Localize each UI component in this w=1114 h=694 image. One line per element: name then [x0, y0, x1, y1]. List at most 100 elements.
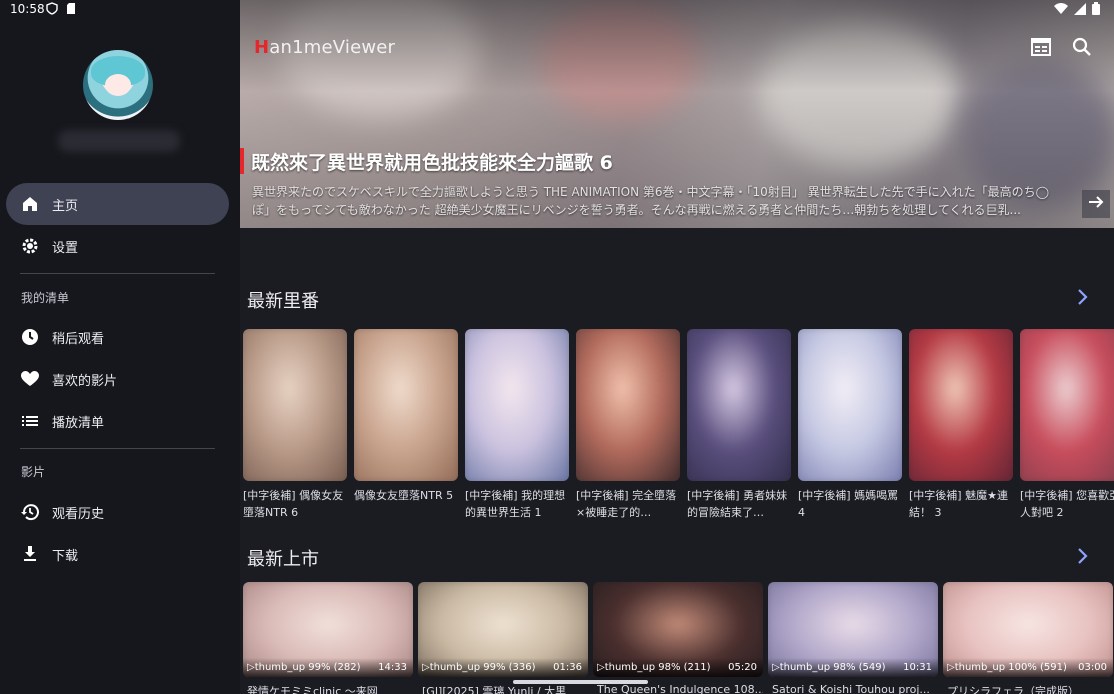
video-thumbnail[interactable] [909, 329, 1013, 481]
like-ratio-text: thumb_up 98% (549) [779, 662, 886, 673]
video-meta-overlay: ▷thumb_up 98% (211) 05:20 [593, 658, 763, 677]
like-ratio: ▷thumb_up 99% (282) [247, 662, 361, 673]
video-duration: 10:31 [903, 662, 932, 673]
video-title: The Queen's Indulgence 108... [597, 683, 763, 694]
search-icon[interactable] [1071, 36, 1093, 58]
video-card[interactable]: [中字後補] 我的理想的異世界生活 1 [465, 329, 569, 521]
video-title: [中字後補] 您喜歡亞人對吧 2 [1020, 489, 1114, 519]
video-card[interactable]: [中字後補] 媽媽喝罵 4 [798, 329, 902, 521]
nav-item-label: 稍后观看 [52, 332, 105, 347]
video-card[interactable]: 偶像女友墮落NTR 5 [354, 329, 458, 521]
video-card[interactable]: ▷thumb_up 100% (591) 03:00 プリシラフェラ（完成版） [943, 582, 1113, 694]
hero-title[interactable]: 既然來了異世界就用色批技能來全力謳歌 6 [251, 148, 613, 175]
nav-item-settings[interactable]: 设置 [6, 225, 229, 267]
video-card[interactable]: [中字後補] 偶像女友墮落NTR 6 [243, 329, 347, 521]
video-title: [中字後補] 魅魔★連結！ 3 [909, 489, 1008, 519]
app-title: Han1meViewer [254, 37, 395, 58]
video-thumbnail[interactable] [465, 329, 569, 481]
thumbnail-image [465, 329, 569, 481]
home-icon [20, 194, 40, 214]
video-thumbnail[interactable] [1020, 329, 1114, 481]
video-thumbnail[interactable] [354, 329, 458, 481]
divider [20, 448, 215, 449]
video-card[interactable]: [中字後補] 魅魔★連結！ 3 [909, 329, 1013, 521]
video-card[interactable]: [中字後補] 完全墮落×被睡走了的… [576, 329, 680, 521]
thumbnail-image [1020, 329, 1114, 481]
nav-item-playlist[interactable]: 播放清单 [6, 400, 229, 442]
chevron-right-icon[interactable] [1072, 287, 1092, 307]
like-ratio-text: thumb_up 99% (336) [429, 662, 536, 673]
sd-card-icon [66, 2, 76, 18]
nav-item-downloads[interactable]: 下载 [6, 533, 229, 575]
video-thumbnail[interactable] [687, 329, 791, 481]
video-title: [中字後補] 媽媽喝罵 4 [798, 489, 899, 519]
thumbnail-image [798, 329, 902, 481]
video-card[interactable]: ▷thumb_up 98% (211) 05:20 The Queen's Indu… [593, 582, 763, 694]
video-card[interactable]: ▷thumb_up 98% (549) 10:31 Satori & Koishi … [768, 582, 938, 694]
video-card[interactable]: [中字後補] 您喜歡亞人對吧 2 [1020, 329, 1114, 521]
video-meta-overlay: ▷thumb_up 100% (591) 03:00 [943, 658, 1113, 677]
hero-accent-bar [240, 148, 244, 174]
video-thumbnail[interactable]: ▷thumb_up 99% (336) 01:36 [418, 582, 588, 677]
nav-item-watch-later[interactable]: 稍后观看 [6, 316, 229, 358]
avatar-face [105, 74, 131, 96]
thumbnail-image [909, 329, 1013, 481]
video-title: [中字後補] 我的理想的異世界生活 1 [465, 489, 566, 519]
chevron-right-icon[interactable] [1072, 546, 1092, 566]
video-thumbnail[interactable] [576, 329, 680, 481]
like-ratio-text: thumb_up 99% (282) [254, 662, 361, 673]
arrow-right-icon [1087, 193, 1105, 215]
nav-item-history[interactable]: 观看历史 [6, 491, 229, 533]
nav-item-favorites[interactable]: 喜欢的影片 [6, 358, 229, 400]
gesture-home-indicator[interactable] [513, 680, 648, 684]
nav-item-label: 设置 [52, 241, 79, 256]
history-icon [20, 502, 40, 522]
like-ratio: ▷thumb_up 98% (549) [772, 662, 886, 673]
wifi-icon [1054, 2, 1068, 18]
video-card[interactable]: ▷thumb_up 99% (282) 14:33 発情ケモミミclinic ～来网 [243, 582, 413, 694]
thumbnail-image [354, 329, 458, 481]
like-ratio: ▷thumb_up 98% (211) [597, 662, 711, 673]
nav-item-label: 主页 [52, 199, 79, 214]
video-thumbnail[interactable]: ▷thumb_up 98% (549) 10:31 [768, 582, 938, 677]
video-card[interactable]: ▷thumb_up 99% (336) 01:36 [GJ][2025] 雲璃 Yu… [418, 582, 588, 694]
nav-item-label: 观看历史 [52, 507, 105, 522]
hero-description: 異世界来たのでスケベスキルで全力謳歌しようと思う THE ANIMATION 第… [252, 185, 1050, 217]
nav-item-label: 下载 [52, 549, 79, 564]
video-thumbnail[interactable]: ▷thumb_up 100% (591) 03:00 [943, 582, 1113, 677]
navigation-drawer: 主页 设置 我的清单 稍后观看 喜欢的影片 播放清单 影片 观看历史 下载 [0, 0, 240, 694]
video-meta-overlay: ▷thumb_up 99% (282) 14:33 [243, 658, 413, 677]
video-title: 偶像女友墮落NTR 5 [354, 489, 454, 502]
clock-icon [20, 327, 40, 347]
thumbnail-image [243, 329, 347, 481]
nav-item-home[interactable]: 主页 [6, 183, 229, 225]
video-title: [中字後補] 偶像女友墮落NTR 6 [243, 489, 344, 519]
latest-hentai-carousel[interactable]: [中字後補] 偶像女友墮落NTR 6 偶像女友墮落NTR 5 [中字後補] 我的理想… [243, 329, 1114, 529]
video-duration: 03:00 [1078, 662, 1107, 673]
calendar-icon[interactable] [1030, 36, 1052, 58]
video-duration: 14:33 [378, 662, 407, 673]
thumbnail-image [687, 329, 791, 481]
video-thumbnail[interactable]: ▷thumb_up 98% (211) 05:20 [593, 582, 763, 677]
video-thumbnail[interactable] [798, 329, 902, 481]
videos-heading: 影片 [21, 465, 46, 479]
video-card[interactable]: [中字後補] 勇者妹妹的冒險結束了… [687, 329, 791, 521]
app-title-initial: H [254, 37, 270, 58]
like-ratio: ▷thumb_up 99% (336) [422, 662, 536, 673]
status-right [1054, 2, 1100, 18]
video-thumbnail[interactable]: ▷thumb_up 99% (282) 14:33 [243, 582, 413, 677]
my-list-heading: 我的清单 [21, 291, 70, 305]
status-bar: 10:58 [0, 0, 1114, 18]
video-thumbnail[interactable] [243, 329, 347, 481]
video-meta-overlay: ▷thumb_up 99% (336) 01:36 [418, 658, 588, 677]
thumbnail-image [576, 329, 680, 481]
hero-open-button[interactable] [1082, 190, 1110, 218]
battery-icon [1092, 2, 1100, 18]
hero-banner[interactable]: Han1meViewer 既然來了異世界就用色批技能來全力謳歌 6 異世界来たの… [240, 0, 1114, 228]
avatar[interactable] [83, 50, 153, 120]
video-duration: 01:36 [553, 662, 582, 673]
section-title-latest-release: 最新上市 [247, 549, 319, 570]
app-title-rest: an1meViewer [269, 37, 396, 58]
signal-icon [1074, 2, 1086, 18]
latest-release-carousel[interactable]: ▷thumb_up 99% (282) 14:33 発情ケモミミclinic ～来网… [243, 582, 1114, 694]
